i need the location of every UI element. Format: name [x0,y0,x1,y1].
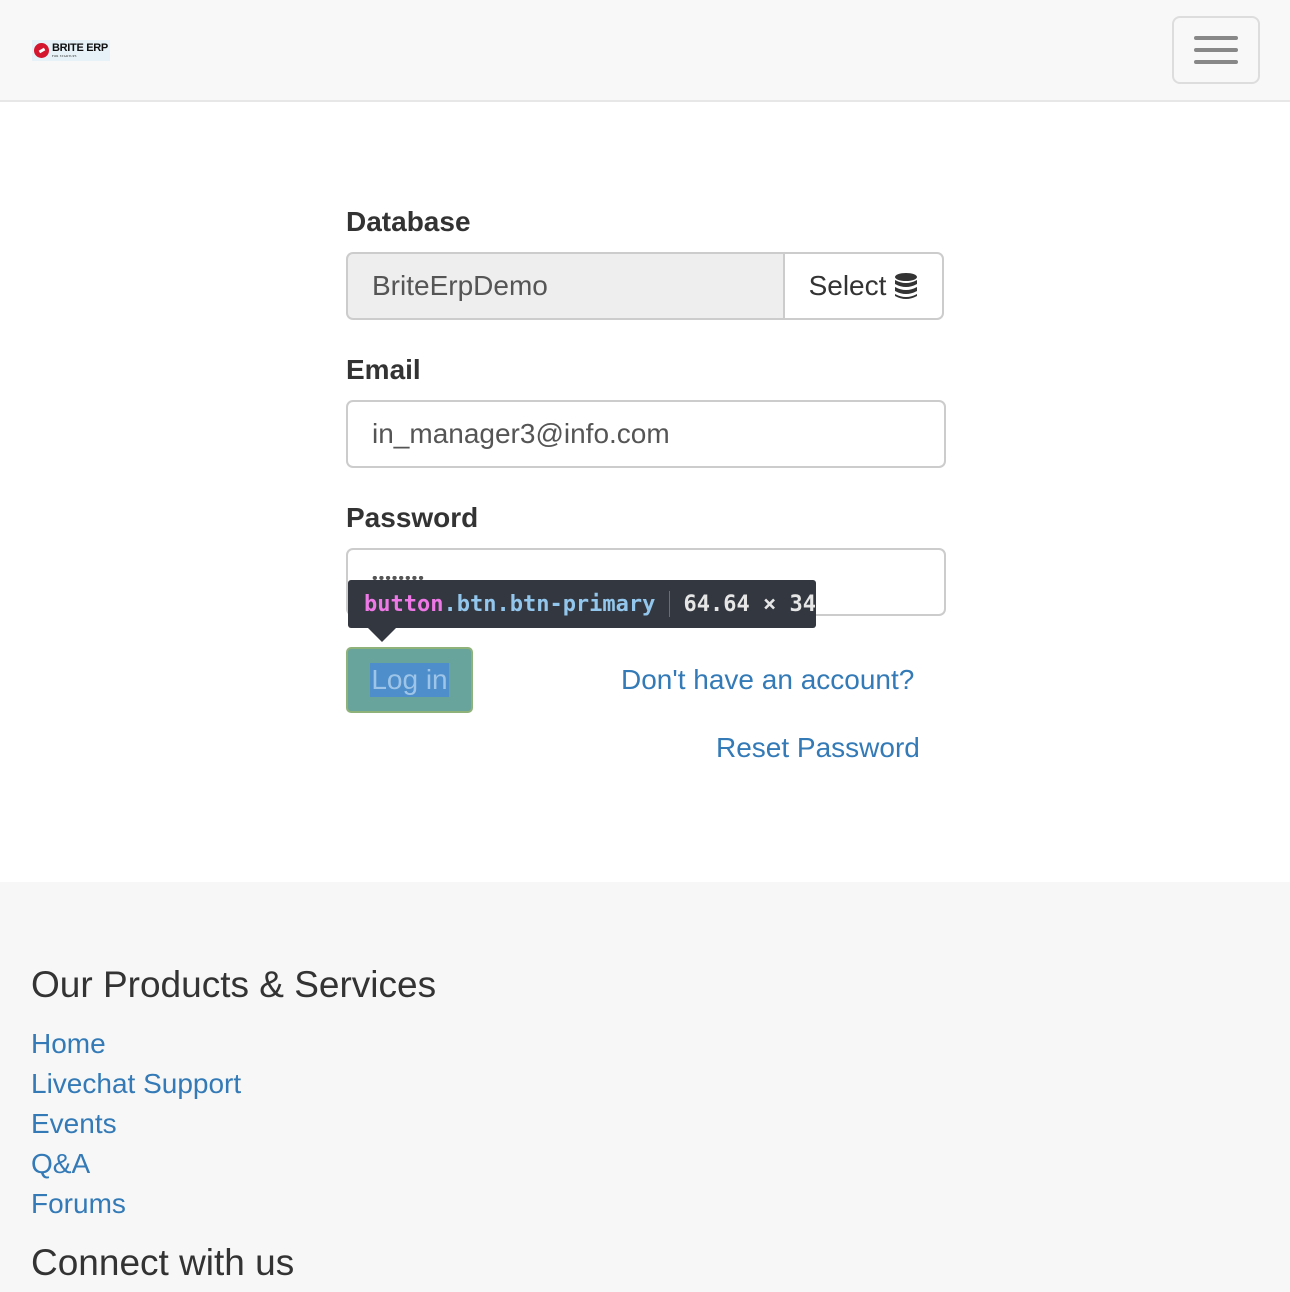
footer-link-events[interactable]: Events [31,1108,117,1140]
reset-password-link[interactable]: Reset Password [716,732,920,764]
tooltip-tag: button [364,591,444,617]
footer: Our Products & Services Home Livechat Su… [0,882,1290,1292]
footer-link-home[interactable]: Home [31,1028,106,1060]
hamburger-menu-icon [1194,60,1238,64]
email-field[interactable]: in_manager3@info.com [346,400,946,468]
email-label: Email [346,354,421,385]
tooltip-dimensions: 64.64 × 34 [683,591,816,617]
hamburger-menu-icon [1194,36,1238,40]
tooltip-classes: .btn.btn-primary [443,591,656,617]
brand-logo[interactable]: BRITE ERP FOR STARTUPS [32,40,110,61]
hamburger-menu-icon [1194,48,1238,52]
login-button[interactable]: Log in [346,647,473,713]
brand-logo-icon [34,43,49,58]
database-input-group: BriteErpDemo Select [346,252,944,320]
signup-link[interactable]: Don't have an account? [621,664,914,696]
footer-link-forums[interactable]: Forums [31,1188,126,1220]
brand-name: BRITE ERP [52,42,108,54]
devtools-inspector-tooltip: button .btn.btn-primary 64.64 × 34 [348,580,816,642]
login-button-label: Log in [370,663,449,697]
database-select-label: Select [808,270,887,301]
footer-link-qa[interactable]: Q&A [31,1148,90,1180]
footer-link-livechat[interactable]: Livechat Support [31,1068,241,1100]
database-icon [895,273,918,299]
navbar-toggle-button[interactable] [1172,16,1260,84]
brand-logo-text: BRITE ERP FOR STARTUPS [52,43,108,58]
top-navbar: BRITE ERP FOR STARTUPS [0,0,1290,102]
database-label: Database [346,206,471,237]
password-label: Password [346,502,479,533]
products-heading: Our Products & Services [31,964,437,1005]
brand-tagline: FOR STARTUPS [52,54,77,58]
connect-heading: Connect with us [31,1242,295,1283]
database-field[interactable]: BriteErpDemo [346,252,783,320]
database-select-button[interactable]: Select [783,252,944,320]
